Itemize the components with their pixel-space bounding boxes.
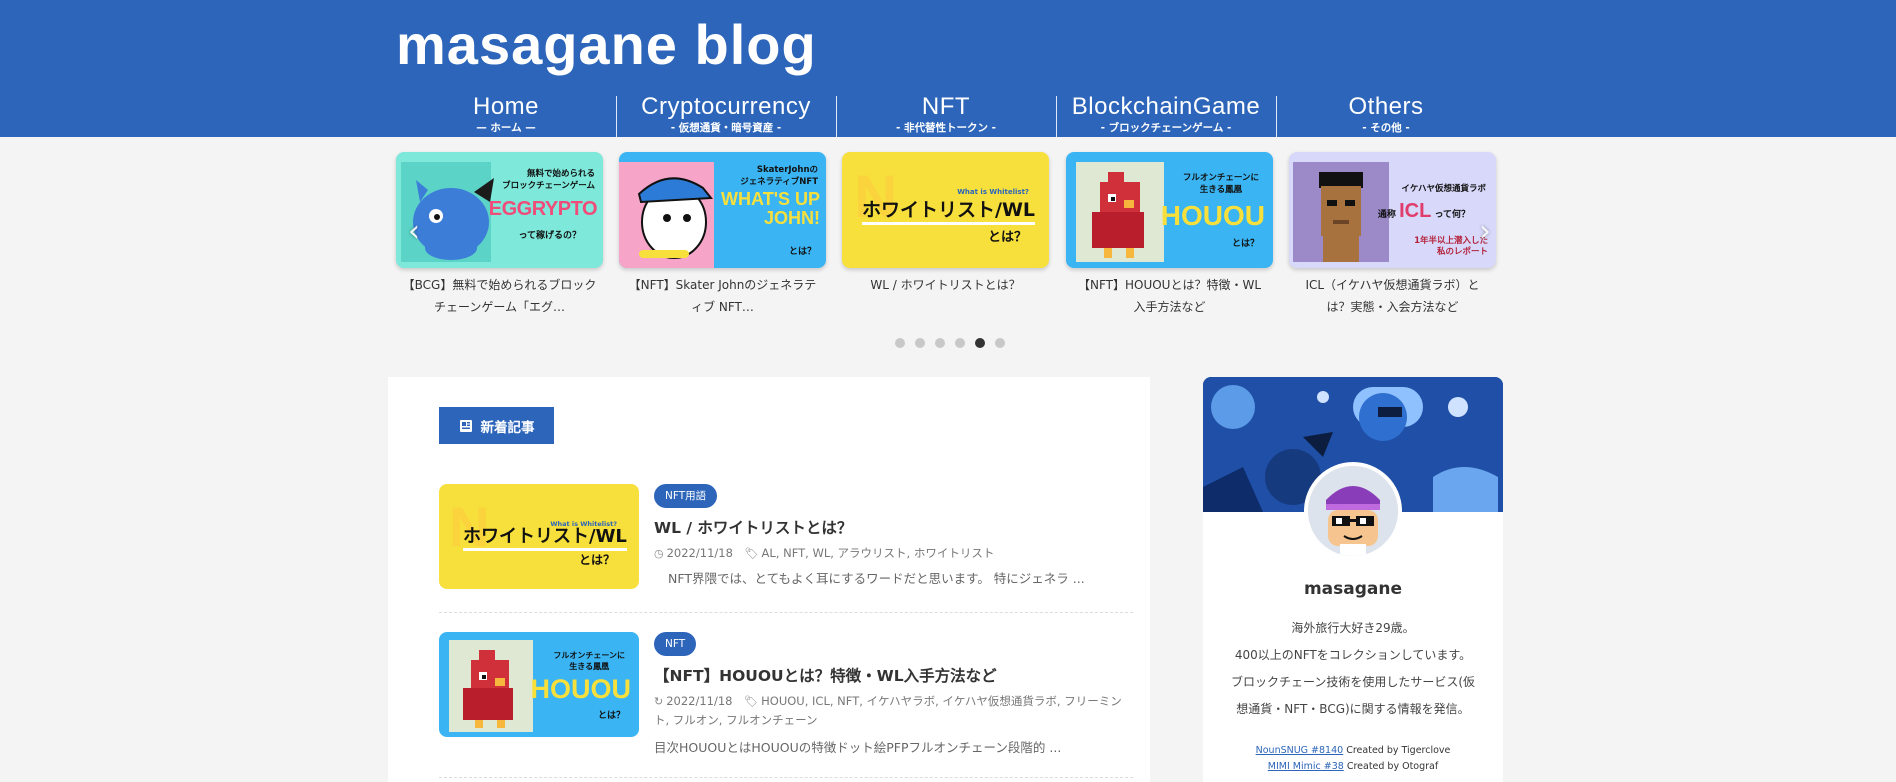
article-meta: ↻ 2022/11/18 🏷 HOUOU, ICL, NFT, イケハヤラボ, イケ… bbox=[654, 692, 1134, 730]
nav-sublabel: - 非代替性トークン - bbox=[895, 122, 997, 134]
thumb-caption: とは？ bbox=[987, 230, 1027, 245]
article-date: 2022/11/18 bbox=[666, 546, 733, 560]
category-badge[interactable]: NFT用語 bbox=[654, 484, 718, 508]
nav-label: Cryptocurrency bbox=[641, 93, 811, 120]
carousel-dot[interactable] bbox=[995, 338, 1005, 348]
section-heading: 新着記事 bbox=[439, 407, 554, 444]
article-title[interactable]: WL / ホワイトリストとは？ bbox=[654, 516, 852, 538]
nav-item-others[interactable]: Others - その他 - bbox=[1276, 93, 1496, 137]
nav-item-blockchaingame[interactable]: BlockchainGame - ブロックチェーンゲーム - bbox=[1056, 93, 1276, 137]
profile-name: masagane bbox=[1303, 579, 1403, 599]
carousel-dot-active[interactable] bbox=[975, 338, 985, 348]
thumb-caption: 1年半以上潜入した 私のレポート bbox=[1414, 236, 1488, 257]
article-excerpt: 目次HOUOUとはHOUOUの特徴ドット絵PFPフルオンチェーン段階的 ... bbox=[654, 740, 1062, 755]
carousel-slide[interactable]: N What is Whitelist? ホワイトリスト/WL とは？ WL /… bbox=[842, 152, 1049, 296]
thumb-headline: HOUOU bbox=[1160, 200, 1265, 231]
thumb-caption: とは？ bbox=[1231, 239, 1259, 249]
global-nav: Home — ホーム — Cryptocurrency - 仮想通貨・暗号資産 … bbox=[396, 93, 1496, 137]
site-logo[interactable]: masagane blog bbox=[396, 10, 817, 80]
main-content: 新着記事 N What is Whitelist? ホワイトリスト/WL とは？… bbox=[388, 377, 1150, 782]
thumb-caption: SkaterJohnの ジェネラティブNFT bbox=[740, 165, 818, 187]
featured-carousel: 無料で始められる ブロックチェーンゲーム EGGRYPTO って稼げるの？ 【BC… bbox=[396, 152, 1496, 322]
thumb-caption: とは？ bbox=[597, 711, 625, 721]
noun-avatar-illustration bbox=[1308, 466, 1398, 556]
thumb-caption: とは？ bbox=[788, 247, 816, 257]
tag-icon: 🏷 bbox=[744, 547, 759, 560]
thumb-caption: フルオンチェーンに 生きる鳳凰 bbox=[553, 651, 625, 671]
nav-item-nft[interactable]: NFT - 非代替性トークン - bbox=[836, 93, 1056, 137]
slide-title: 【NFT】HOUOUとは？特徴・WL入手方法など bbox=[1077, 278, 1262, 314]
thumb-caption: What is Whitelist? bbox=[957, 188, 1029, 196]
article-meta: ◷ 2022/11/18 🏷 AL, NFT, WL, アラウリスト, ホワイトリス… bbox=[654, 544, 1134, 563]
credit-link[interactable]: NounSNUG #8140 bbox=[1256, 745, 1344, 756]
article-title[interactable]: 【NFT】HOUOUとは？特徴・WL入手方法など bbox=[654, 664, 997, 686]
article-thumbnail[interactable]: フルオンチェーンに 生きる鳳凰 HOUOU とは？ bbox=[439, 632, 639, 737]
thumb-caption: って稼げるの？ bbox=[518, 231, 581, 241]
carousel-slide[interactable]: SkaterJohnの ジェネラティブNFT WHAT'S UP JOHN! とは… bbox=[619, 152, 826, 318]
thumb-caption: とは？ bbox=[578, 553, 615, 567]
image-credits: NounSNUG #8140 Created by Tigerclove MIM… bbox=[1255, 745, 1451, 772]
carousel-slide[interactable]: イケハヤ仮想通貨ラボ 通称 ICL って何？ 1年半以上潜入した 私のレポート I… bbox=[1289, 152, 1496, 318]
refresh-icon: ↻ bbox=[654, 695, 664, 708]
article-excerpt: NFT界隈では、とてもよく耳にするワードだと思います。 特にジェネラ ... bbox=[668, 571, 1085, 586]
category-badge[interactable]: NFT bbox=[654, 632, 697, 656]
article-date: 2022/11/18 bbox=[666, 694, 733, 708]
nav-sublabel: — ホーム — bbox=[476, 122, 536, 134]
divider bbox=[439, 777, 1133, 778]
carousel-dot[interactable] bbox=[895, 338, 905, 348]
thumb-headline: ホワイトリスト/WL bbox=[862, 198, 1036, 225]
slide-thumbnail: 無料で始められる ブロックチェーンゲーム EGGRYPTO って稼げるの？ bbox=[396, 152, 603, 268]
credit-link[interactable]: MIMI Mimic #38 bbox=[1268, 761, 1344, 772]
newspaper-icon bbox=[459, 419, 472, 432]
carousel-dot[interactable] bbox=[915, 338, 925, 348]
carousel-slide[interactable]: フルオンチェーンに 生きる鳳凰 HOUOU とは？ 【NFT】HOUOUとは？特徴… bbox=[1066, 152, 1273, 318]
thumb-caption: 無料で始められる ブロックチェーンゲーム bbox=[502, 169, 595, 191]
slide-thumbnail: イケハヤ仮想通貨ラボ 通称 ICL って何？ 1年半以上潜入した 私のレポート bbox=[1289, 152, 1496, 268]
profile-widget: masagane 海外旅行大好き29歳。 400以上のNFTをコレクションしてい… bbox=[1203, 377, 1503, 782]
avatar bbox=[1304, 462, 1402, 560]
nav-label: BlockchainGame bbox=[1071, 93, 1261, 120]
slide-thumbnail: フルオンチェーンに 生きる鳳凰 HOUOU とは？ bbox=[1066, 152, 1273, 268]
clock-icon: ◷ bbox=[654, 547, 664, 560]
carousel-prev-icon[interactable]: ‹ bbox=[408, 214, 420, 249]
article-tags[interactable]: AL, NFT, WL, アラウリスト, ホワイトリスト bbox=[762, 546, 995, 560]
profile-bio: 海外旅行大好き29歳。 400以上のNFTをコレクションしています。 ブロックチ… bbox=[1230, 621, 1476, 716]
thumb-headline: HOUOU bbox=[530, 674, 632, 704]
thumb-headline: WHAT'S UP JOHN! bbox=[721, 189, 820, 228]
thumb-caption: イケハヤ仮想通貨ラボ bbox=[1401, 184, 1486, 194]
section-heading-label: 新着記事 bbox=[480, 419, 535, 436]
article-card[interactable]: N What is Whitelist? ホワイトリスト/WL とは？ NFT用… bbox=[439, 484, 1133, 614]
nav-label: Home bbox=[472, 93, 540, 120]
nav-sublabel: - ブロックチェーンゲーム - bbox=[1100, 122, 1232, 134]
carousel-slide[interactable]: 無料で始められる ブロックチェーンゲーム EGGRYPTO って稼げるの？ 【BC… bbox=[396, 152, 603, 318]
slide-title: 【NFT】Skater Johnのジェネラティブ NFT… bbox=[628, 278, 817, 314]
slide-title: WL / ホワイトリストとは？ bbox=[870, 278, 1021, 292]
nav-item-cryptocurrency[interactable]: Cryptocurrency - 仮想通貨・暗号資産 - bbox=[616, 93, 836, 137]
slide-title: 【BCG】無料で始められるブロックチェーンゲーム「エグ… bbox=[402, 278, 597, 314]
site-header: masagane blog Home — ホーム — Cryptocurrenc… bbox=[0, 0, 1896, 137]
thumb-caption: 通称 ICL って何？ bbox=[1377, 200, 1470, 222]
carousel-dot[interactable] bbox=[935, 338, 945, 348]
slide-thumbnail: N What is Whitelist? ホワイトリスト/WL とは？ bbox=[842, 152, 1049, 268]
divider bbox=[439, 612, 1133, 613]
thumb-headline: EGGRYPTO bbox=[488, 198, 598, 220]
nav-item-home[interactable]: Home — ホーム — bbox=[396, 93, 616, 137]
nav-label: NFT bbox=[921, 93, 971, 120]
article-card[interactable]: フルオンチェーンに 生きる鳳凰 HOUOU とは？ NFT 【NFT】HOUOUと… bbox=[439, 632, 1134, 778]
carousel-dot[interactable] bbox=[955, 338, 965, 348]
nav-sublabel: - 仮想通貨・暗号資産 - bbox=[670, 122, 782, 134]
nav-label: Others bbox=[1348, 93, 1424, 120]
thumb-caption: フルオンチェーンに 生きる鳳凰 bbox=[1182, 173, 1259, 195]
article-thumbnail[interactable]: N What is Whitelist? ホワイトリスト/WL とは？ bbox=[439, 484, 639, 589]
nav-sublabel: - その他 - bbox=[1362, 122, 1410, 134]
tag-icon: 🏷 bbox=[744, 695, 759, 708]
carousel-pagination bbox=[895, 338, 1005, 348]
thumb-headline: ホワイトリスト/WL bbox=[463, 526, 627, 551]
slide-title: ICL（イケハヤ仮想通貨ラボ）とは？実態・入会方法など bbox=[1305, 278, 1480, 314]
slide-thumbnail: SkaterJohnの ジェネラティブNFT WHAT'S UP JOHN! とは… bbox=[619, 152, 826, 268]
carousel-next-icon[interactable]: › bbox=[1479, 214, 1491, 249]
